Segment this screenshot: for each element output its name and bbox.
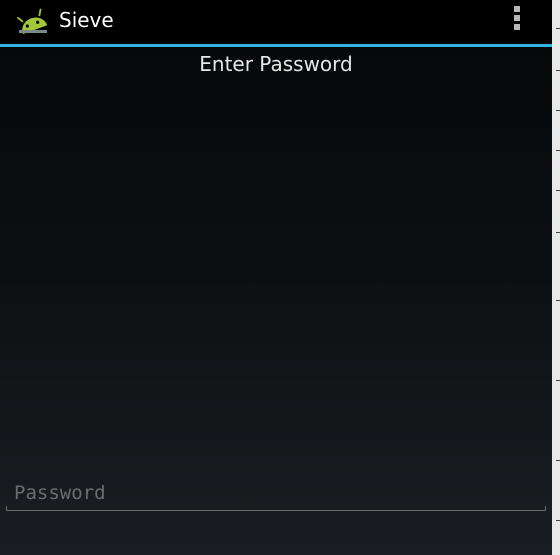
password-field-underline-right-tick: [545, 506, 546, 511]
password-field-underline: [6, 510, 546, 511]
action-bar-divider: [0, 44, 552, 47]
action-bar: Sieve: [0, 0, 552, 44]
password-input[interactable]: [6, 478, 546, 508]
app-window: Sieve Enter Password: [0, 0, 552, 555]
password-field-underline-left-tick: [6, 506, 7, 511]
overflow-menu-button[interactable]: [506, 4, 530, 36]
android-app-icon: [16, 8, 50, 35]
background-window-edge: [552, 0, 560, 555]
enter-password-label: Enter Password: [199, 52, 353, 76]
password-field[interactable]: [6, 478, 546, 512]
app-title: Sieve: [59, 8, 114, 32]
